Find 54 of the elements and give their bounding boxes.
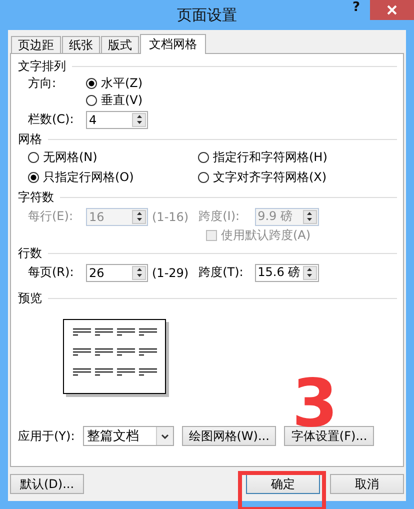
section-heading: 行数 (18, 244, 42, 262)
dropdown[interactable]: 整篇文档 (82, 426, 174, 446)
number-field[interactable]: 4 (86, 110, 148, 128)
number-field[interactable]: 15.6 磅 (254, 264, 319, 282)
spin-button[interactable] (132, 266, 146, 280)
cancel-button[interactable]: 取消 (330, 474, 404, 494)
window-title: 页面设置 (177, 6, 237, 24)
option-label: 指定行和字符网格(H) (213, 149, 328, 166)
field-label: 每行(E): (28, 208, 74, 225)
ok-button[interactable]: 确定 (246, 474, 320, 494)
up-down-arrows-icon (306, 267, 314, 278)
option-label: 水平(Z) (101, 75, 143, 92)
radio-button[interactable] (28, 152, 39, 163)
radio-button[interactable] (28, 172, 39, 183)
up-down-arrows-icon (136, 211, 142, 222)
field-label: 跨度(T): (198, 264, 244, 281)
spin-button[interactable] (302, 210, 317, 224)
section-heading: 字符数 (18, 188, 54, 206)
number-field[interactable]: 26 (86, 264, 148, 282)
spin-button[interactable] (302, 266, 317, 280)
up-down-arrows-icon (306, 211, 314, 222)
radio-button[interactable] (198, 152, 209, 163)
field-label: 跨度(I): (198, 208, 241, 225)
section-heading: 文字排列 (18, 58, 66, 74)
dialog-button[interactable]: 字体设置(F)... (284, 426, 374, 446)
tab[interactable]: 版式 (101, 36, 139, 53)
section-heading: 预览 (18, 290, 42, 306)
tab[interactable]: 页边距 (11, 36, 61, 53)
close-icon (387, 5, 397, 15)
tab[interactable]: 文档网格 (140, 34, 206, 54)
help-button[interactable]: ? (348, 0, 364, 15)
radio-button[interactable] (86, 95, 97, 106)
radio-button[interactable] (86, 78, 97, 89)
option-label: 只指定行网格(O) (43, 169, 134, 186)
section-heading: 网格 (18, 130, 42, 148)
spin-button[interactable] (132, 112, 146, 126)
tab[interactable]: 纸张 (62, 36, 100, 53)
option-label: 文字对齐字符网格(X) (213, 169, 327, 186)
radio-button[interactable] (198, 172, 209, 183)
range-label: (1-16) (152, 210, 189, 224)
dialog-button[interactable]: 绘图网格(W)... (182, 426, 276, 446)
option-label: 垂直(V) (101, 92, 143, 109)
checkbox-label: 使用默认跨度(A) (221, 227, 311, 244)
default-button[interactable]: 默认(D)... (10, 474, 84, 494)
up-down-arrows-icon (136, 114, 142, 125)
field-label: 每页(R): (28, 264, 75, 281)
field-label: 应用于(Y): (18, 428, 75, 444)
chevron-down-icon (160, 434, 169, 438)
range-label: (1-29) (152, 266, 189, 280)
close-button[interactable] (370, 0, 414, 20)
option-label: 无网格(N) (43, 149, 98, 166)
field-label: 栏数(C): (28, 111, 75, 128)
up-down-arrows-icon (136, 267, 142, 278)
field-label: 方向: (28, 75, 58, 92)
